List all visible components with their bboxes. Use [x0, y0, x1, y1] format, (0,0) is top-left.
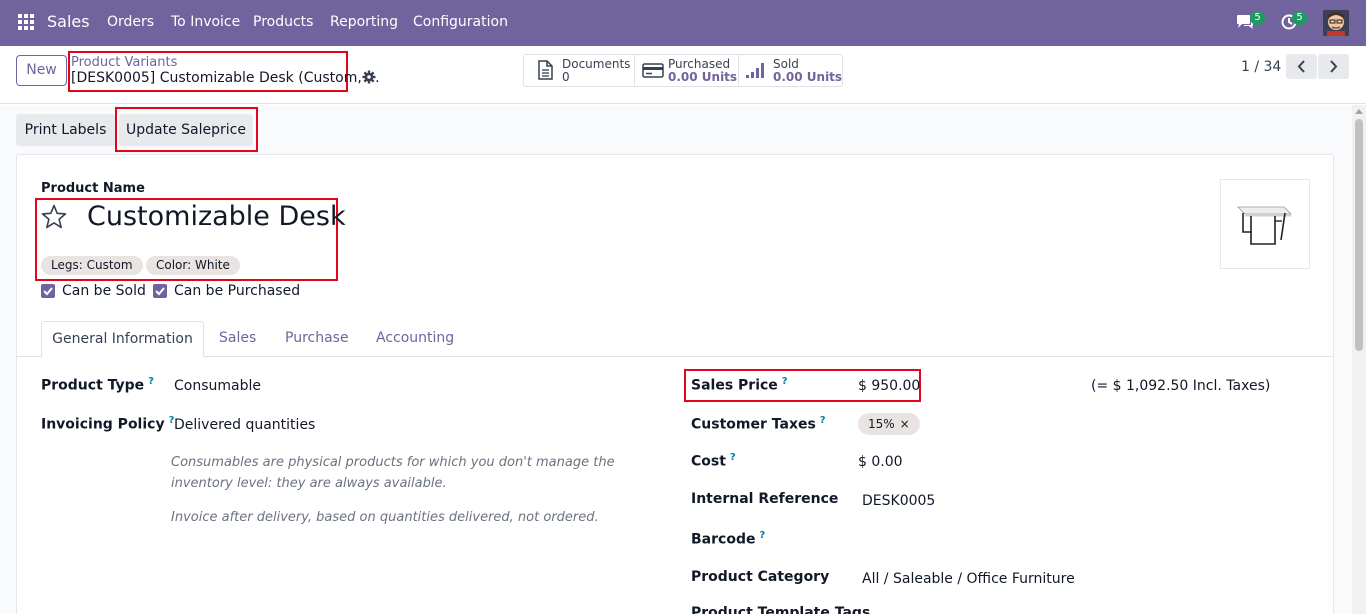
tab-purchase[interactable]: Purchase — [285, 321, 349, 357]
menu-products[interactable]: Products — [253, 14, 313, 30]
tab-accounting[interactable]: Accounting — [376, 321, 454, 357]
sales-price-incl-taxes: (= $ 1,092.50 Incl. Taxes) — [1091, 378, 1271, 394]
can-be-purchased-checkbox[interactable] — [153, 284, 167, 298]
sold-label: Sold — [773, 57, 799, 71]
cost-label-text: Cost — [691, 453, 726, 470]
product-template-tags-label: Product Template Tags — [691, 605, 871, 614]
help-tooltip-icon[interactable]: ? — [148, 376, 154, 387]
tab-general-information[interactable]: General Information — [41, 321, 204, 357]
invoicing-policy-label: Invoicing Policy? — [41, 415, 174, 433]
purchased-value: 0.00 Units — [668, 70, 738, 84]
sales-price-label-text: Sales Price — [691, 377, 778, 394]
barcode-label: Barcode? — [691, 530, 765, 548]
check-icon — [43, 287, 53, 296]
attribute-tag-color: Color: White — [146, 256, 240, 275]
sold-smart-button[interactable]: Sold 0.00 Units — [739, 55, 842, 86]
product-category-label: Product Category — [691, 569, 830, 585]
purchased-label: Purchased — [668, 57, 731, 71]
bar-chart-icon — [746, 63, 764, 78]
invoice-help-text: Invoice after delivery, based on quantit… — [171, 510, 599, 525]
documents-value: 0 — [562, 70, 570, 84]
help-tooltip-icon[interactable]: ? — [730, 452, 736, 463]
cost-field[interactable]: $ 0.00 — [858, 454, 903, 470]
documents-smart-button[interactable]: Documents 0 — [524, 55, 635, 86]
purchased-smart-button[interactable]: Purchased 0.00 Units — [635, 55, 739, 86]
update-saleprice-highlight — [115, 107, 258, 152]
gear-icon[interactable] — [362, 70, 376, 84]
consumable-help-text: Consumables are physical products for wh… — [171, 455, 615, 491]
remove-tax-icon[interactable]: × — [900, 417, 910, 431]
customer-tax-badge[interactable]: 15% × — [858, 413, 920, 435]
can-be-purchased-label[interactable]: Can be Purchased — [174, 283, 300, 299]
star-icon[interactable] — [40, 203, 68, 231]
pager-previous-button[interactable] — [1286, 54, 1317, 79]
customer-taxes-label-text: Customer Taxes — [691, 416, 816, 433]
menu-orders[interactable]: Orders — [107, 14, 154, 30]
documents-label: Documents — [562, 57, 631, 71]
control-panel: New Product Variants [DESK0005] Customiz… — [0, 46, 1366, 104]
app-name[interactable]: Sales — [47, 12, 90, 31]
print-labels-button[interactable]: Print Labels — [16, 114, 115, 146]
can-be-sold-checkbox[interactable] — [41, 284, 55, 298]
new-button[interactable]: New — [16, 55, 67, 86]
page-scrollbar[interactable] — [1352, 105, 1366, 614]
product-name[interactable]: Customizable Desk — [87, 201, 346, 232]
messages-badge: 5 — [1250, 11, 1265, 25]
top-navbar: Sales Orders To Invoice Products Reporti… — [0, 0, 1366, 46]
attribute-tag-legs: Legs: Custom — [41, 256, 143, 275]
sold-value: 0.00 Units — [773, 70, 843, 84]
scroll-up-arrow-icon[interactable] — [1355, 109, 1363, 114]
smart-buttons: Documents 0 Purchased 0.00 Units Sold 0.… — [523, 54, 843, 87]
desk-image-icon — [1237, 206, 1292, 245]
internal-reference-field[interactable]: DESK0005 — [862, 493, 935, 509]
product-name-label: Product Name — [41, 181, 145, 196]
product-image[interactable] — [1220, 179, 1310, 269]
help-tooltip-icon[interactable]: ? — [759, 530, 765, 541]
tab-sales[interactable]: Sales — [219, 321, 256, 357]
document-icon — [538, 60, 553, 80]
product-type-field[interactable]: Consumable — [174, 378, 261, 394]
invoicing-policy-label-text: Invoicing Policy — [41, 416, 165, 433]
chevron-right-icon — [1330, 60, 1338, 73]
help-tooltip-icon[interactable]: ? — [782, 376, 788, 387]
sales-price-label: Sales Price? — [691, 376, 788, 394]
product-type-label: Product Type? — [41, 376, 154, 394]
menu-configuration[interactable]: Configuration — [413, 14, 508, 30]
customer-tax-value: 15% — [868, 417, 895, 431]
activities-badge: 5 — [1292, 11, 1307, 25]
breadcrumb-parent[interactable]: Product Variants — [71, 55, 177, 70]
tabs-divider — [17, 356, 1333, 357]
sales-price-field[interactable]: $ 950.00 — [858, 378, 920, 394]
help-tooltip-icon[interactable]: ? — [820, 415, 826, 426]
internal-reference-label: Internal Reference — [691, 491, 839, 507]
invoicing-policy-field[interactable]: Delivered quantities — [174, 417, 315, 433]
scrollbar-thumb[interactable] — [1355, 119, 1363, 351]
credit-card-icon — [642, 63, 664, 78]
product-type-label-text: Product Type — [41, 377, 145, 394]
breadcrumb-current: [DESK0005] Customizable Desk (Custom, ..… — [71, 70, 380, 86]
customer-taxes-label: Customer Taxes? — [691, 415, 826, 433]
pager-value[interactable]: 1 / 34 — [1241, 59, 1281, 75]
pager-next-button[interactable] — [1318, 54, 1349, 79]
menu-to-invoice[interactable]: To Invoice — [171, 14, 240, 30]
chevron-left-icon — [1297, 60, 1305, 73]
cost-label: Cost? — [691, 452, 736, 470]
apps-grid-icon[interactable] — [18, 14, 34, 30]
product-category-field[interactable]: All / Saleable / Office Furniture — [862, 571, 1075, 587]
check-icon — [155, 287, 165, 296]
can-be-sold-label[interactable]: Can be Sold — [62, 283, 146, 299]
menu-reporting[interactable]: Reporting — [330, 14, 398, 30]
user-avatar[interactable] — [1323, 10, 1349, 36]
barcode-label-text: Barcode — [691, 531, 756, 548]
